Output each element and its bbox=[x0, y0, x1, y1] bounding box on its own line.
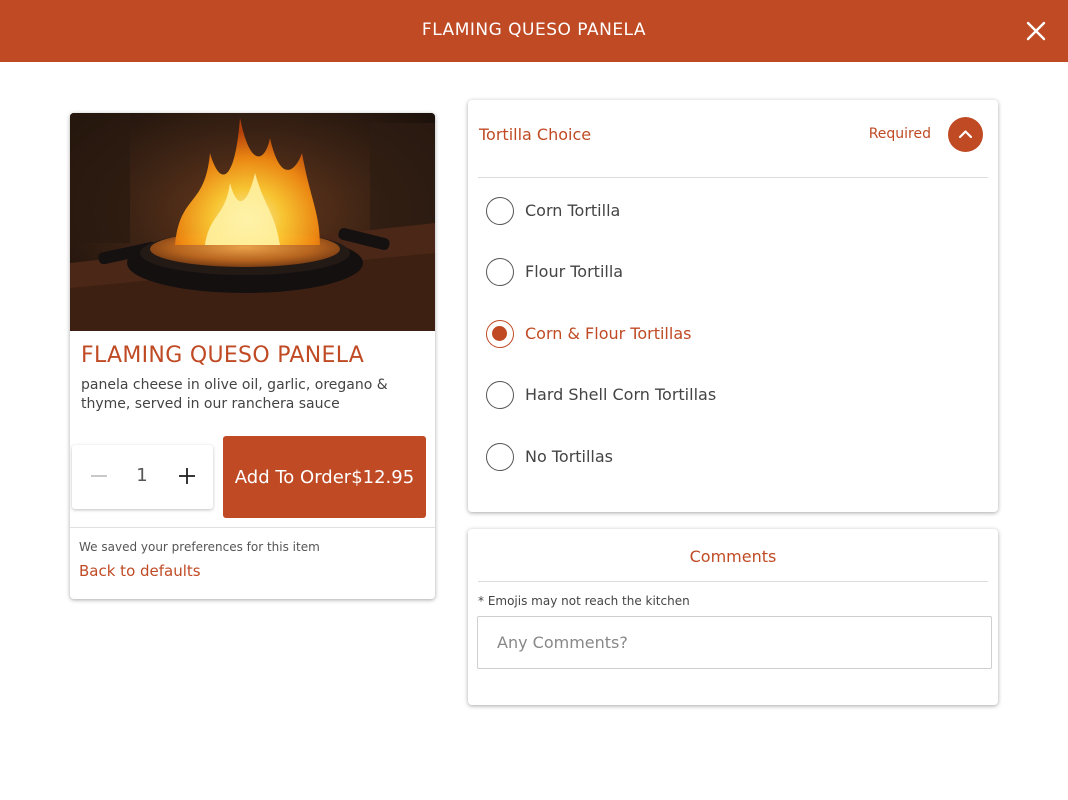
tortilla-choice-title: Tortilla Choice bbox=[479, 125, 592, 144]
item-photo bbox=[70, 113, 435, 331]
price-label: $12.95 bbox=[351, 466, 415, 488]
option-label: Corn & Flour Tortillas bbox=[525, 324, 692, 343]
option-corn-and-flour-tortillas[interactable]: Corn & Flour Tortillas bbox=[486, 320, 966, 350]
divider bbox=[478, 581, 988, 582]
item-card: FLAMING QUESO PANELA panela cheese in ol… bbox=[70, 113, 435, 599]
plus-icon[interactable] bbox=[175, 463, 199, 489]
item-description: panela cheese in olive oil, garlic, oreg… bbox=[81, 377, 388, 412]
radio-button[interactable] bbox=[486, 258, 514, 286]
chevron-up-icon bbox=[958, 130, 973, 139]
radio-button-selected[interactable] bbox=[486, 320, 514, 348]
option-flour-tortilla[interactable]: Flour Tortilla bbox=[486, 258, 966, 288]
minus-icon[interactable] bbox=[88, 463, 110, 489]
emoji-note: * Emojis may not reach the kitchen bbox=[478, 594, 690, 608]
comments-card: Comments * Emojis may not reach the kitc… bbox=[468, 529, 998, 705]
back-to-defaults-link[interactable]: Back to defaults bbox=[79, 562, 201, 580]
tortilla-choice-card: Tortilla Choice Required Corn Tortilla F… bbox=[468, 100, 998, 512]
option-label: Flour Tortilla bbox=[525, 262, 624, 281]
option-label: No Tortillas bbox=[525, 447, 614, 466]
divider bbox=[70, 527, 435, 528]
option-label: Hard Shell Corn Tortillas bbox=[525, 385, 717, 404]
comments-input[interactable] bbox=[477, 616, 992, 669]
option-hard-shell-corn-tortillas[interactable]: Hard Shell Corn Tortillas bbox=[486, 381, 966, 411]
option-no-tortillas[interactable]: No Tortillas bbox=[486, 443, 966, 473]
option-corn-tortilla[interactable]: Corn Tortilla bbox=[486, 197, 966, 227]
quantity-stepper: 1 bbox=[72, 445, 213, 509]
option-label: Corn Tortilla bbox=[525, 201, 621, 220]
required-badge: Required bbox=[868, 126, 931, 142]
item-name: FLAMING QUESO PANELA bbox=[81, 343, 365, 368]
quantity-value: 1 bbox=[136, 465, 148, 486]
radio-button[interactable] bbox=[486, 197, 514, 225]
collapse-button[interactable] bbox=[948, 117, 983, 152]
page-title: FLAMING QUESO PANELA bbox=[421, 20, 647, 40]
radio-button[interactable] bbox=[486, 443, 514, 471]
preferences-note: We saved your preferences for this item bbox=[79, 540, 320, 554]
comments-title: Comments bbox=[689, 547, 777, 566]
add-to-order-label: Add To Order bbox=[234, 466, 352, 488]
divider bbox=[478, 177, 988, 178]
close-icon[interactable] bbox=[1024, 19, 1048, 43]
radio-button[interactable] bbox=[486, 381, 514, 409]
top-bar: FLAMING QUESO PANELA bbox=[0, 0, 1068, 62]
add-to-order-button[interactable]: Add To Order $12.95 bbox=[223, 436, 426, 518]
